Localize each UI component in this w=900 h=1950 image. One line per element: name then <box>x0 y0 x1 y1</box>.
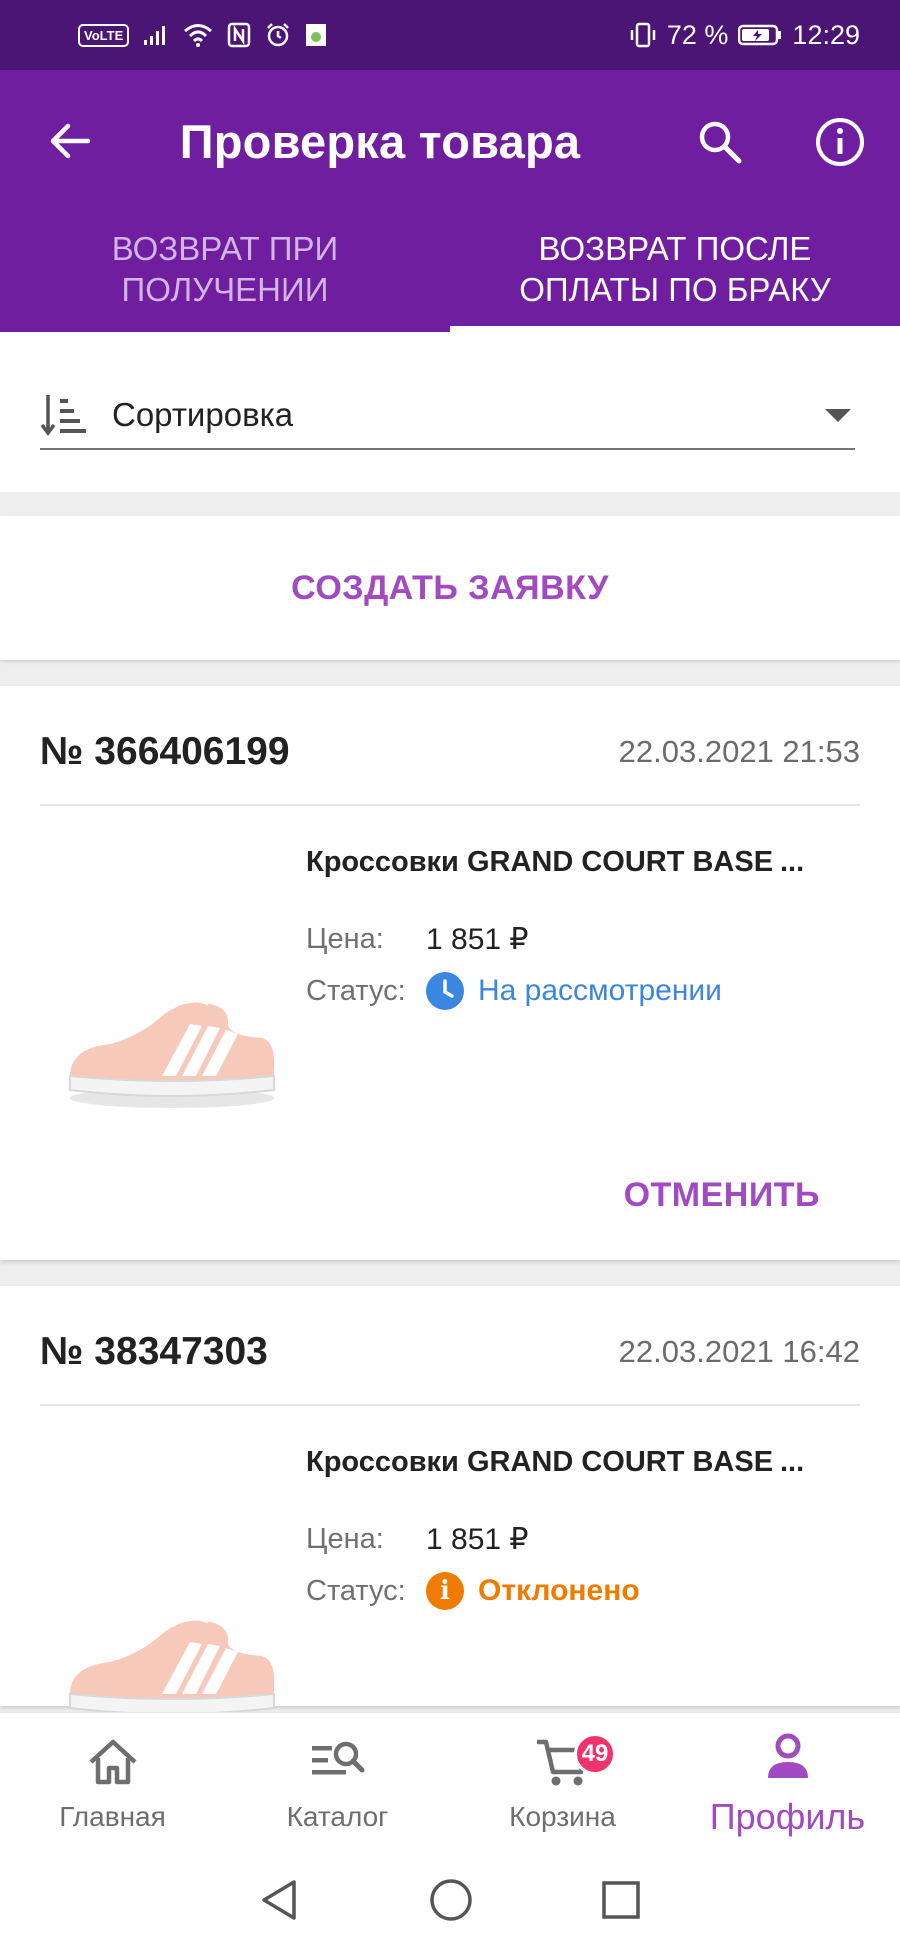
tab-bar: ВОЗВРАТ ПРИ ПОЛУЧЕНИИ ВОЗВРАТ ПОСЛЕ ОПЛА… <box>0 212 900 332</box>
price-value: 1 851 ₽ <box>426 923 529 956</box>
divider <box>40 804 860 806</box>
sort-section: Сортировка <box>0 332 900 492</box>
product-name: Кроссовки GRAND COURT BASE <box>306 1446 774 1478</box>
arrow-back-icon <box>50 123 91 159</box>
product-name-ellipsis: ... <box>780 1446 805 1478</box>
home-icon <box>87 1735 139 1789</box>
sort-dropdown[interactable]: Сортировка <box>40 382 855 450</box>
profile-icon <box>764 1730 812 1784</box>
price-value: 1 851 ₽ <box>426 1523 529 1556</box>
tab-label-line1: ВОЗВРАТ ПОСЛЕ <box>538 230 812 267</box>
status-row: Статус: i Отклонено <box>306 1572 640 1610</box>
back-button[interactable] <box>40 116 100 166</box>
product-name: Кроссовки GRAND COURT BASE <box>306 846 774 878</box>
info-icon <box>816 118 864 166</box>
clock-icon <box>426 972 464 1010</box>
battery-icon <box>738 24 782 46</box>
app-bar: Проверка товара <box>0 70 900 212</box>
tab-label-line2: ПОЛУЧЕНИИ <box>121 271 329 308</box>
status-value: На рассмотрении <box>478 974 722 1007</box>
price-label: Цена: <box>306 1523 384 1555</box>
product-image[interactable] <box>62 986 282 1116</box>
search-button[interactable] <box>690 112 750 172</box>
nav-item-catalog[interactable]: Каталог <box>225 1713 450 1855</box>
bottom-navigation: Главная Каталог 49 Корзина Профиль <box>0 1712 900 1854</box>
status-value: Отклонено <box>478 1574 640 1607</box>
divider <box>40 1404 860 1406</box>
sort-icon <box>40 390 96 440</box>
nav-label: Главная <box>59 1801 166 1832</box>
order-number: № 38347303 <box>40 1330 268 1373</box>
status-row: Статус: На рассмотрении <box>306 972 722 1010</box>
battery-percent: 72 % <box>666 19 729 50</box>
price-row: Цена: 1 851 ₽ <box>306 922 529 957</box>
product-name-ellipsis: ... <box>780 846 805 878</box>
order-date: 22.03.2021 21:53 <box>618 734 860 769</box>
price-row: Цена: 1 851 ₽ <box>306 1522 529 1557</box>
nav-item-cart[interactable]: 49 Корзина <box>450 1713 675 1855</box>
alert-info-icon: i <box>426 1572 464 1610</box>
status-label: Статус: <box>306 974 406 1007</box>
nav-label: Корзина <box>509 1801 616 1832</box>
tab-return-after-payment-defect[interactable]: ВОЗВРАТ ПОСЛЕ ОПЛАТЫ ПО БРАКУ <box>450 212 900 332</box>
tab-label-line1: ВОЗВРАТ ПРИ <box>111 230 339 267</box>
system-home-icon[interactable] <box>428 1877 474 1928</box>
wifi-icon <box>183 23 213 47</box>
nfc-icon <box>227 22 251 48</box>
catalog-search-icon <box>310 1735 366 1789</box>
notification-app-icon <box>305 23 327 47</box>
order-card: № 38347303 22.03.2021 16:42 Кроссовки GR… <box>0 1286 900 1726</box>
signal-icon <box>143 24 169 46</box>
create-request-button[interactable]: СОЗДАТЬ ЗАЯВКУ <box>291 569 609 608</box>
price-label: Цена: <box>306 923 384 955</box>
nav-item-home[interactable]: Главная <box>0 1713 225 1855</box>
system-recents-icon[interactable] <box>600 1879 642 1926</box>
volte-icon: VoLTE <box>78 23 130 47</box>
create-request-section: СОЗДАТЬ ЗАЯВКУ <box>0 516 900 660</box>
system-navigation-bar <box>0 1854 900 1950</box>
chevron-down-icon <box>825 408 851 422</box>
nav-item-profile[interactable]: Профиль <box>675 1713 900 1855</box>
cart-badge: 49 <box>574 1733 616 1775</box>
sort-label: Сортировка <box>112 396 294 433</box>
cancel-button[interactable]: ОТМЕНИТЬ <box>624 1176 820 1215</box>
system-back-icon[interactable] <box>258 1878 302 1927</box>
order-card: № 366406199 22.03.2021 21:53 Кроссовки G… <box>0 686 900 1260</box>
info-button[interactable] <box>810 112 870 172</box>
nav-label: Профиль <box>709 1796 866 1837</box>
status-label: Статус: <box>306 1574 406 1607</box>
search-icon <box>699 121 742 164</box>
vibrate-icon <box>629 22 657 48</box>
status-bar: VoLTE 72 % 12:29 <box>0 0 900 70</box>
tab-return-on-receipt[interactable]: ВОЗВРАТ ПРИ ПОЛУЧЕНИИ <box>0 212 450 332</box>
clock: 12:29 <box>792 19 860 50</box>
page-title: Проверка товара <box>179 115 581 168</box>
nav-label: Каталог <box>286 1801 389 1832</box>
order-date: 22.03.2021 16:42 <box>618 1334 860 1369</box>
order-number: № 366406199 <box>40 730 290 773</box>
tab-label-line2: ОПЛАТЫ ПО БРАКУ <box>519 271 831 308</box>
alarm-icon <box>265 22 291 48</box>
